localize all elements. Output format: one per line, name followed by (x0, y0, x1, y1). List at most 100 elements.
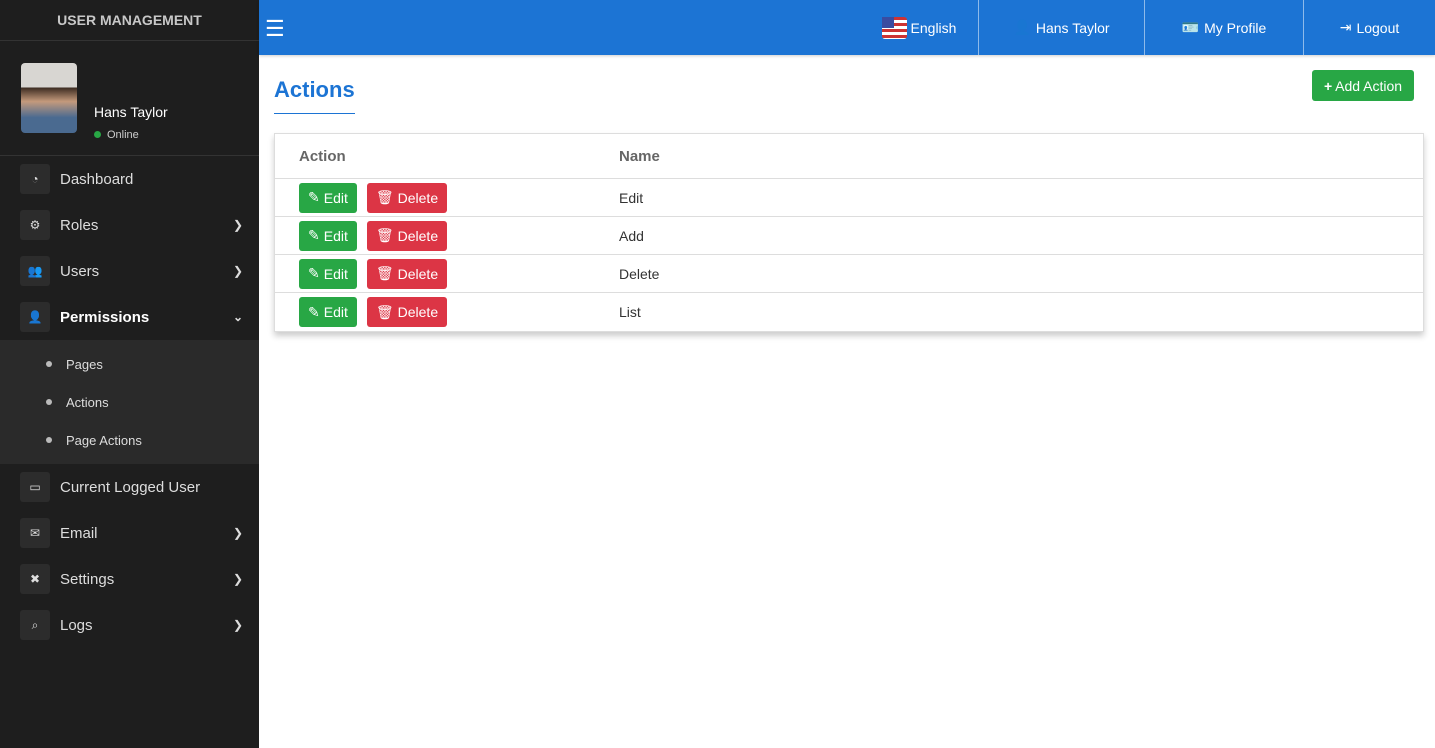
actions-table: Action Name ✎ Edit 🗑 Delete Edit ✎ Edit 🗑 Delete A… (274, 133, 1424, 332)
user-panel: Hans Taylor Online (0, 41, 259, 156)
sidebar: USER MANAGEMENT Hans Taylor Online ◔ Dash… (0, 0, 259, 748)
chevron-right-icon: ❯ (232, 618, 243, 632)
edit-label: Edit (323, 227, 348, 244)
edit-button[interactable]: ✎ Edit (299, 220, 357, 251)
logout-icon: ⇥ (1339, 19, 1352, 35)
pencil-icon: ✎ (308, 227, 320, 243)
edit-button[interactable]: ✎ Edit (299, 182, 357, 213)
pencil-icon: ✎ (308, 303, 320, 320)
chevron-right-icon: ❯ (232, 218, 243, 232)
trash-icon: 🗑 (375, 227, 394, 243)
dashboard-icon: ◔ (20, 164, 50, 194)
table-row: ✎ Edit 🗑 Delete Add (275, 217, 1423, 255)
row-actions: ✎ Edit 🗑 Delete (275, 297, 619, 327)
label: Page Actions (66, 432, 142, 448)
label: Actions (66, 394, 109, 410)
label: Users (60, 262, 100, 280)
search-icon: ⌕ (20, 610, 50, 640)
sidebar-subitem-page-actions[interactable]: Page Actions (0, 421, 259, 459)
add-label: Add Action (1335, 77, 1403, 94)
edit-button[interactable]: ✎ Edit (299, 258, 357, 289)
sidebar-item-settings[interactable]: ✖ Settings ❯ (0, 556, 259, 602)
chevron-right-icon: ❯ (232, 526, 243, 540)
edit-button[interactable]: ✎ Edit (299, 297, 357, 327)
user-icon: 👤 (1013, 19, 1031, 35)
sidebar-item-dashboard[interactable]: ◔ Dashboard (0, 156, 259, 202)
user-lock-icon: 👤 (20, 302, 50, 332)
delete-button[interactable]: 🗑 Delete (366, 220, 448, 251)
edit-label: Edit (323, 304, 348, 320)
roles-icon: ⚙ (20, 210, 50, 240)
table-row: ✎ Edit 🗑 Delete Delete (275, 255, 1423, 293)
logout-label: Logout (1356, 19, 1400, 36)
user-label: Hans Taylor (1035, 19, 1110, 36)
sidebar-item-logs[interactable]: ⌕ Logs ❯ (0, 602, 259, 648)
delete-button[interactable]: 🗑 Delete (366, 297, 448, 327)
label: Roles (60, 216, 99, 234)
trash-icon: 🗑 (375, 303, 394, 320)
chevron-right-icon: ❯ (232, 264, 243, 278)
edit-label: Edit (323, 265, 348, 282)
trash-icon: 🗑 (375, 189, 394, 205)
online-dot-icon (94, 131, 101, 138)
delete-button[interactable]: 🗑 Delete (366, 258, 448, 289)
sidebar-item-users[interactable]: 👥 Users ❯ (0, 248, 259, 294)
row-actions: ✎ Edit 🗑 Delete (275, 182, 619, 213)
label: Permissions (60, 308, 150, 326)
bullet-icon (46, 361, 52, 367)
status-text: Online (107, 129, 139, 141)
user-name: Hans Taylor (94, 104, 168, 120)
sidebar-subitem-actions[interactable]: Actions (0, 383, 259, 421)
pencil-icon: ✎ (308, 265, 320, 281)
trash-icon: 🗑 (375, 265, 394, 281)
my-profile-link[interactable]: 🪪 My Profile (1144, 0, 1303, 55)
row-name: Add (619, 227, 644, 244)
header-action: Action (299, 147, 346, 165)
add-action-button[interactable]: + Add Action (1312, 70, 1414, 101)
label: Dashboard (60, 170, 134, 188)
delete-label: Delete (397, 189, 439, 206)
table-row: ✎ Edit 🗑 Delete List (275, 293, 1423, 331)
label: Email (60, 524, 98, 542)
header-name: Name (619, 147, 660, 165)
row-name: Edit (619, 189, 644, 206)
sidebar-item-roles[interactable]: ⚙ Roles ❯ (0, 202, 259, 248)
row-name: List (619, 304, 641, 320)
sidebar-item-current-logged-user[interactable]: ▭ Current Logged User (0, 464, 259, 510)
permissions-submenu: Pages Actions Page Actions (0, 340, 259, 464)
language-selector[interactable]: English (859, 0, 979, 55)
label: Settings (60, 570, 115, 588)
label: Pages (66, 356, 103, 372)
plus-icon: + (1323, 77, 1333, 94)
tools-icon: ✖ (20, 564, 50, 594)
delete-button[interactable]: 🗑 Delete (366, 182, 448, 213)
sidebar-item-email[interactable]: ✉ Email ❯ (0, 510, 259, 556)
pencil-icon: ✎ (308, 189, 320, 205)
profile-label: My Profile (1204, 19, 1267, 36)
user-menu[interactable]: 👤 Hans Taylor (978, 0, 1144, 55)
bullet-icon (46, 399, 52, 405)
sidebar-item-permissions[interactable]: 👤 Permissions ⌄ (0, 294, 259, 340)
user-screen-icon: ▭ (20, 472, 50, 502)
logout-link[interactable]: ⇥ Logout (1303, 0, 1435, 55)
us-flag-icon (881, 16, 907, 39)
row-actions: ✎ Edit 🗑 Delete (275, 258, 619, 289)
table-row: ✎ Edit 🗑 Delete Edit (275, 179, 1423, 217)
topbar: ☰ English 👤 Hans Taylor 🪪 My Profile ⇥ Logo… (259, 0, 1435, 55)
table-header: Action Name (275, 134, 1423, 179)
users-icon: 👥 (20, 256, 50, 286)
row-name: Delete (619, 265, 660, 282)
page-title: Actions (274, 77, 355, 114)
avatar (21, 63, 77, 133)
edit-label: Edit (323, 189, 348, 206)
sidebar-subitem-pages[interactable]: Pages (0, 345, 259, 383)
chevron-down-icon: ⌄ (232, 310, 243, 324)
hamburger-menu-icon[interactable]: ☰ (265, 16, 285, 42)
chevron-right-icon: ❯ (232, 572, 243, 586)
label: Logs (60, 616, 93, 634)
email-icon: ✉ (20, 518, 50, 548)
language-label: English (910, 19, 957, 36)
delete-label: Delete (397, 265, 439, 282)
user-status: Online (94, 129, 139, 141)
row-actions: ✎ Edit 🗑 Delete (275, 220, 619, 251)
